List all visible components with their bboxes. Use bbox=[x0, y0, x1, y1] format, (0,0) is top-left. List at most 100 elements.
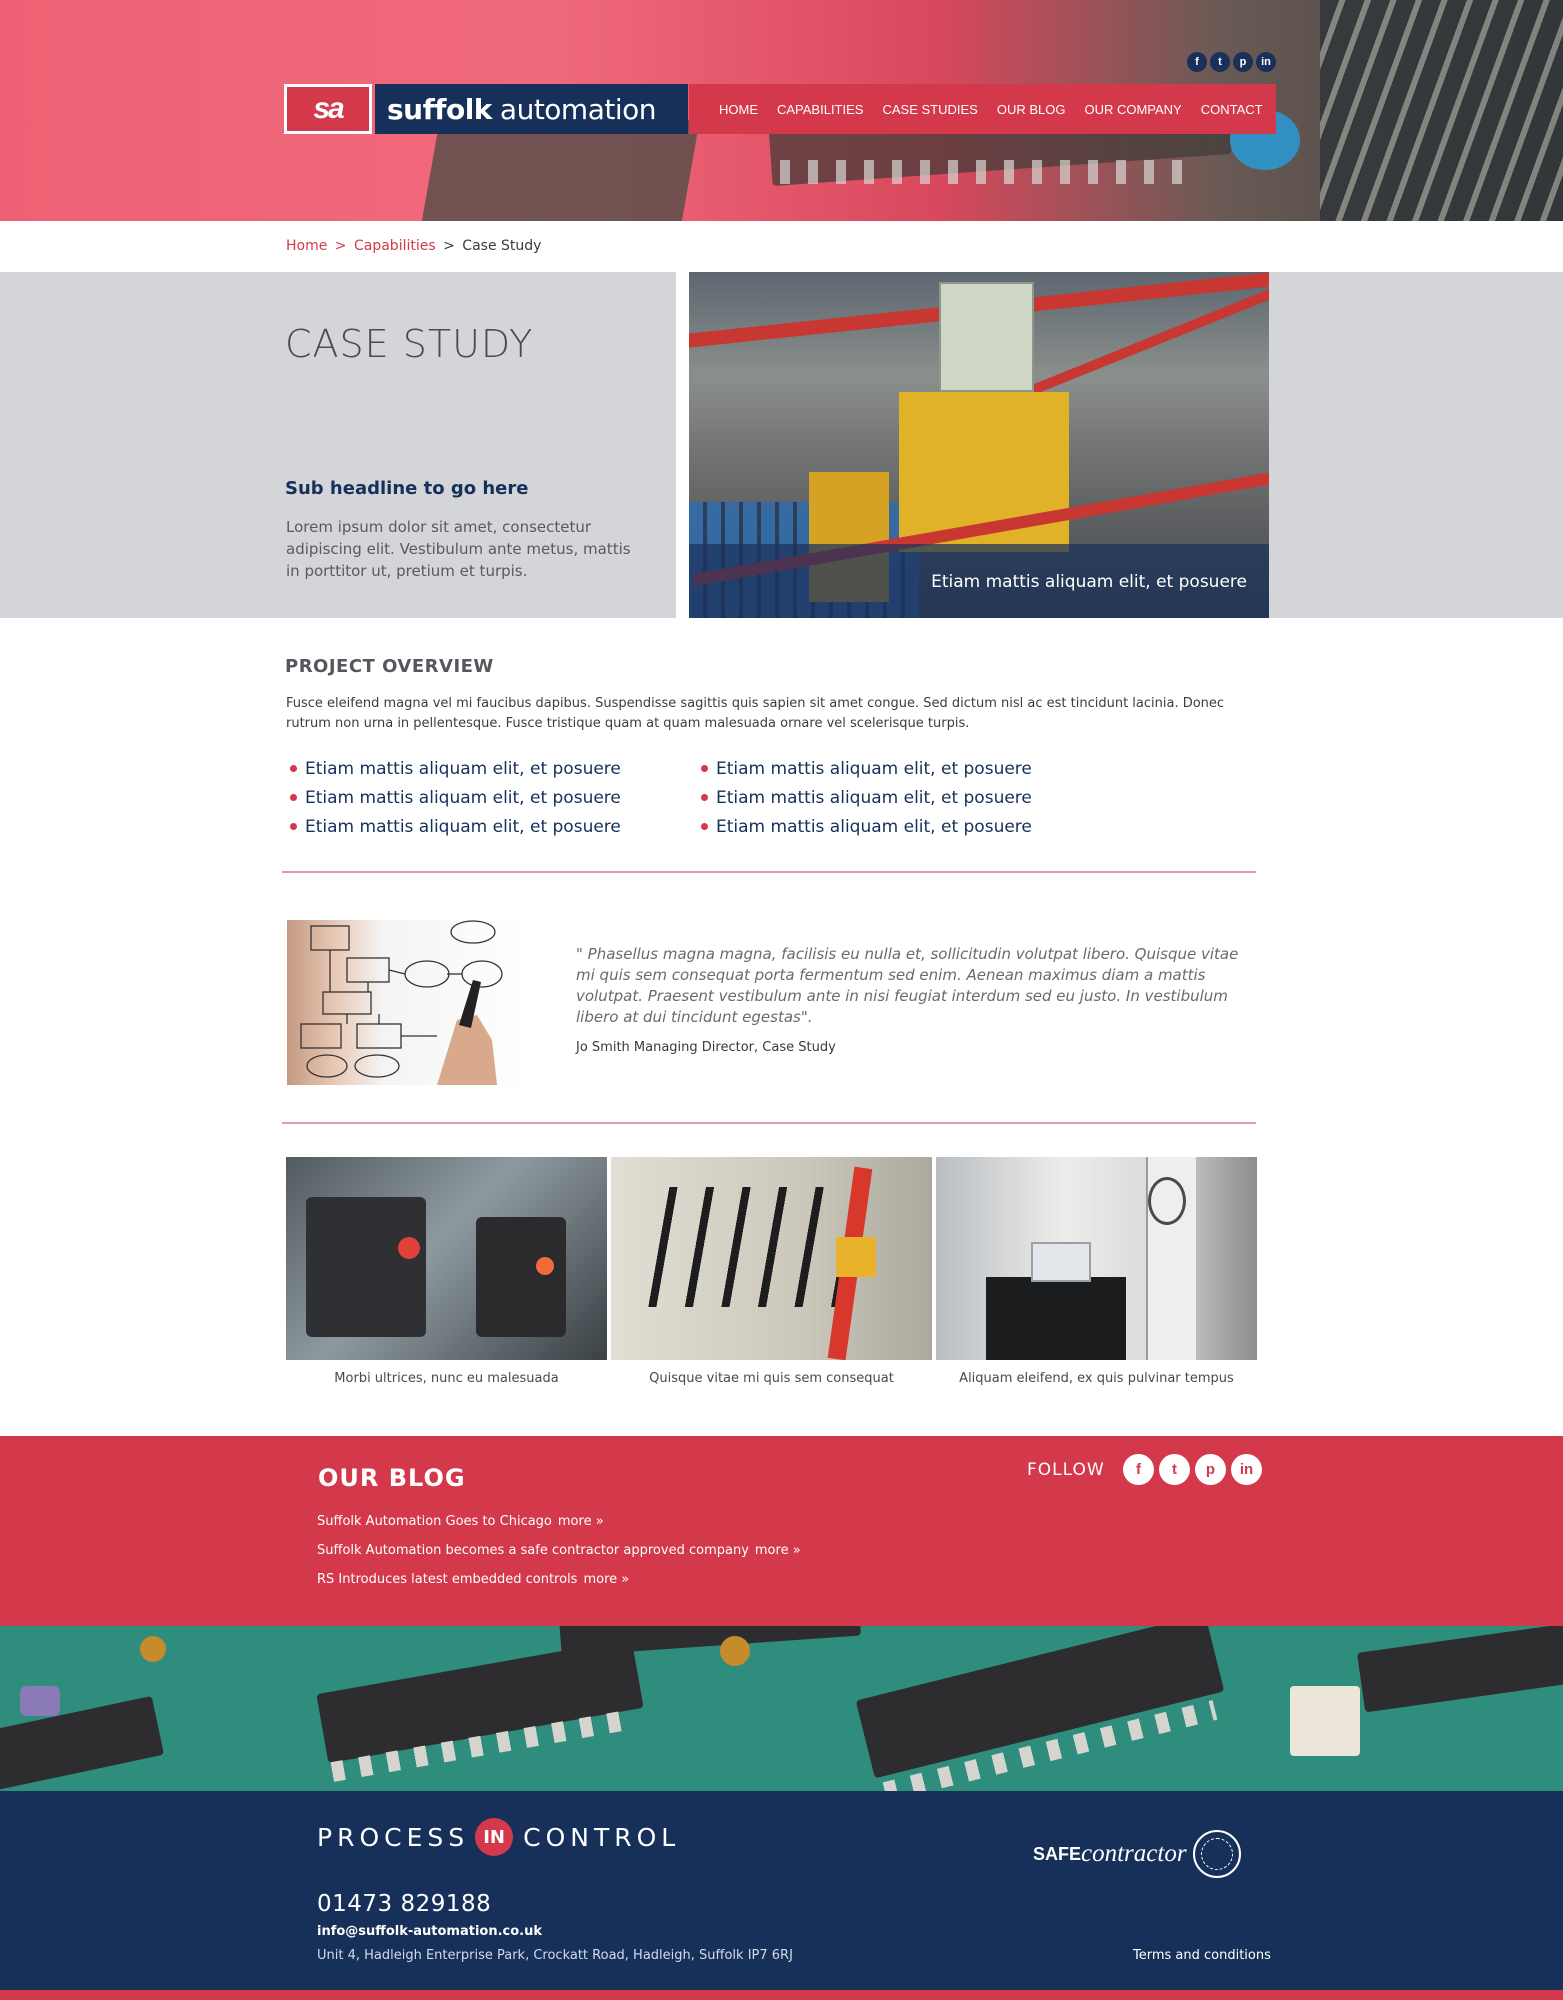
divider bbox=[282, 871, 1256, 873]
bullet-dot-icon bbox=[290, 823, 297, 830]
board-component bbox=[20, 1686, 60, 1716]
breadcrumb-capabilities[interactable]: Capabilities bbox=[354, 238, 436, 254]
bullet-dot-icon bbox=[290, 765, 297, 772]
list-item: Etiam mattis aliquam elit, et posuere bbox=[290, 754, 621, 783]
pinterest-icon[interactable]: p bbox=[1195, 1454, 1226, 1485]
case-study-image: Etiam mattis aliquam elit, et posuere bbox=[689, 272, 1269, 618]
hero-bg-pins bbox=[780, 160, 1200, 184]
twitter-icon[interactable]: t bbox=[1159, 1454, 1190, 1485]
footer-email[interactable]: info@suffolk-automation.co.uk bbox=[317, 1924, 542, 1939]
twitter-icon[interactable]: t bbox=[1210, 52, 1230, 72]
logo-wordmark: suffolk automation bbox=[375, 84, 688, 134]
pinterest-icon[interactable]: p bbox=[1233, 52, 1253, 72]
photo-control-box bbox=[939, 282, 1034, 392]
bullet-dot-icon bbox=[701, 794, 708, 801]
logo-mark-text: sa bbox=[313, 92, 344, 125]
bullet-list: Etiam mattis aliquam elit, et posuere Et… bbox=[701, 754, 1032, 841]
breadcrumb-separator: > bbox=[443, 238, 455, 254]
more-link: more » bbox=[754, 1543, 801, 1558]
terms-link[interactable]: Terms and conditions bbox=[1133, 1948, 1271, 1963]
safecontractor-logo: SAFE contractor bbox=[1033, 1830, 1241, 1878]
gallery-caption: Aliquam eleifend, ex quis pulvinar tempu… bbox=[959, 1371, 1234, 1386]
divider bbox=[282, 1122, 1256, 1124]
pic-logo-right: CONTROL bbox=[523, 1822, 681, 1852]
testimonial-quote: " Phasellus magna magna, facilisis eu nu… bbox=[576, 945, 1239, 1026]
circuit-board-banner bbox=[0, 1626, 1563, 1791]
nav-our-blog[interactable]: OUR BLOG bbox=[997, 102, 1066, 117]
logo-mark: sa bbox=[284, 84, 372, 134]
board-connector bbox=[1290, 1686, 1360, 1756]
linkedin-icon[interactable]: in bbox=[1231, 1454, 1262, 1485]
list-item: Etiam mattis aliquam elit, et posuere bbox=[290, 812, 621, 841]
photo-desk bbox=[986, 1277, 1126, 1360]
blog-post-link[interactable]: RS Introduces latest embedded controls mo… bbox=[317, 1572, 629, 1587]
breadcrumb-current: Case Study bbox=[462, 238, 542, 254]
logo-name-bold: suffolk bbox=[387, 92, 492, 126]
list-item: Etiam mattis aliquam elit, et posuere bbox=[701, 783, 1032, 812]
pic-logo-left: PROCESS bbox=[317, 1822, 470, 1852]
flowchart-sketch-icon bbox=[300, 920, 503, 1085]
follow-label: FOLLOW bbox=[1027, 1460, 1105, 1480]
nav-case-studies[interactable]: CASE STUDIES bbox=[882, 102, 977, 117]
breadcrumb-separator: > bbox=[334, 238, 347, 254]
bullet-text: Etiam mattis aliquam elit, et posuere bbox=[716, 816, 1032, 837]
list-item: Etiam mattis aliquam elit, et posuere bbox=[701, 812, 1032, 841]
photo-light bbox=[536, 1257, 554, 1275]
breadcrumb: Home > Capabilities > Case Study bbox=[286, 238, 541, 254]
overview-title: PROJECT OVERVIEW bbox=[285, 656, 494, 677]
board-capacitor bbox=[140, 1636, 166, 1662]
more-link: more » bbox=[583, 1572, 630, 1587]
footer-address: Unit 4, Hadleigh Enterprise Park, Crocka… bbox=[317, 1948, 793, 1963]
hero-bg-connector bbox=[1320, 0, 1563, 221]
breadcrumb-home[interactable]: Home bbox=[286, 238, 327, 254]
photo-porthole bbox=[1148, 1177, 1186, 1225]
sub-headline: Sub headline to go here bbox=[285, 478, 529, 499]
photo-handles bbox=[641, 1187, 841, 1307]
board-capacitor bbox=[720, 1636, 750, 1666]
blog-post-link[interactable]: Suffolk Automation becomes a safe contra… bbox=[317, 1543, 801, 1558]
intro-panel-right bbox=[1269, 272, 1563, 618]
hero-bg-chip bbox=[420, 120, 700, 221]
nav-capabilities[interactable]: CAPABILITIES bbox=[777, 102, 863, 117]
bullet-text: Etiam mattis aliquam elit, et posuere bbox=[305, 787, 621, 808]
photo-isolator-base bbox=[836, 1237, 876, 1277]
bullet-text: Etiam mattis aliquam elit, et posuere bbox=[305, 758, 621, 779]
image-caption: Etiam mattis aliquam elit, et posuere bbox=[931, 572, 1247, 592]
main-nav: HOME CAPABILITIES CASE STUDIES OUR BLOG … bbox=[689, 84, 1276, 134]
blog-section bbox=[0, 1436, 1563, 1626]
gallery-caption: Quisque vitae mi quis sem consequat bbox=[649, 1371, 894, 1386]
gallery-image[interactable] bbox=[611, 1157, 932, 1360]
facebook-icon[interactable]: f bbox=[1123, 1454, 1154, 1485]
linkedin-icon[interactable]: in bbox=[1256, 52, 1276, 72]
approved-seal-icon bbox=[1192, 1830, 1241, 1878]
nav-our-company[interactable]: OUR COMPANY bbox=[1084, 102, 1181, 117]
site-logo[interactable]: sa suffolk automation bbox=[284, 84, 688, 134]
board-chip bbox=[1356, 1626, 1563, 1713]
overview-text: Fusce eleifend magna vel mi faucibus dap… bbox=[286, 696, 1225, 731]
testimonial-author: Jo Smith Managing Director, Case Study bbox=[576, 1040, 836, 1055]
footer-phone: 01473 829188 bbox=[317, 1891, 492, 1917]
gallery-caption: Morbi ultrices, nunc eu malesuada bbox=[334, 1371, 559, 1386]
footer-bottom-bar bbox=[0, 1990, 1563, 2000]
photo-monitor bbox=[1031, 1242, 1091, 1282]
nav-contact[interactable]: CONTACT bbox=[1201, 102, 1263, 117]
blog-title: OUR BLOG bbox=[318, 1464, 466, 1492]
photo-switch bbox=[476, 1217, 566, 1337]
blog-post-link[interactable]: Suffolk Automation Goes to Chicago more » bbox=[317, 1514, 604, 1529]
list-item: Etiam mattis aliquam elit, et posuere bbox=[701, 754, 1032, 783]
process-in-control-logo: PROCESS IN CONTROL bbox=[317, 1818, 680, 1856]
gallery-image[interactable] bbox=[286, 1157, 607, 1360]
bullet-text: Etiam mattis aliquam elit, et posuere bbox=[716, 758, 1032, 779]
gallery-image[interactable] bbox=[936, 1157, 1257, 1360]
bullet-dot-icon bbox=[701, 765, 708, 772]
intro-text: Lorem ipsum dolor sit amet, consectetur … bbox=[286, 518, 631, 580]
pic-logo-in: IN bbox=[475, 1818, 514, 1856]
blog-post-title: Suffolk Automation becomes a safe contra… bbox=[317, 1543, 749, 1558]
footer-social-links: f t p in bbox=[1123, 1454, 1262, 1485]
facebook-icon[interactable]: f bbox=[1187, 52, 1207, 72]
nav-home[interactable]: HOME bbox=[719, 102, 758, 117]
list-item: Etiam mattis aliquam elit, et posuere bbox=[290, 783, 621, 812]
board-chip bbox=[558, 1626, 862, 1657]
header-social-links: f t p in bbox=[1187, 52, 1276, 72]
bullet-text: Etiam mattis aliquam elit, et posuere bbox=[305, 816, 621, 837]
